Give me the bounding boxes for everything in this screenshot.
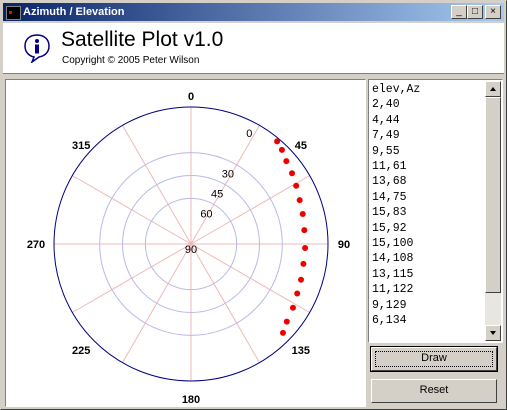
satellite-point	[299, 211, 306, 218]
satellite-point	[278, 146, 285, 153]
list-item[interactable]: 9,129	[371, 298, 484, 313]
window-title: Azimuth / Elevation	[23, 6, 125, 18]
list-item[interactable]: 2,40	[371, 97, 484, 112]
azimuth-label: 315	[72, 140, 90, 152]
azimuth-label: 0	[188, 91, 194, 103]
satellite-point	[300, 260, 307, 267]
list-item[interactable]: 15,100	[371, 236, 484, 251]
list-item[interactable]: 11,122	[371, 282, 484, 297]
satellite-point	[283, 318, 290, 325]
app-title: Satellite Plot v1.0	[61, 28, 224, 51]
polar-plot-panel: 0 45 90 135 180 225 270 315 0 30 45 60 90	[5, 79, 366, 407]
azimuth-label: 270	[27, 239, 45, 251]
list-item[interactable]: 11,61	[371, 159, 484, 174]
copyright-text: Copyright © 2005 Peter Wilson	[62, 55, 200, 66]
satellite-point	[301, 227, 308, 234]
header-banner: Satellite Plot v1.0 Copyright © 2005 Pet…	[3, 23, 504, 74]
list-header[interactable]: elev,Az	[371, 82, 484, 97]
elevation-label: 45	[211, 189, 223, 201]
satellite-point	[274, 138, 281, 145]
satellite-point	[289, 170, 296, 177]
info-icon	[24, 34, 50, 63]
list-scrollbar[interactable]	[485, 81, 501, 341]
azimuth-label: 45	[295, 140, 307, 152]
azimuth-label: 90	[338, 239, 350, 251]
list-item[interactable]: 14,75	[371, 190, 484, 205]
list-item[interactable]: 9,55	[371, 144, 484, 159]
azimuth-label: 135	[292, 345, 310, 357]
title-bar[interactable]: Azimuth / Elevation _ □ ×	[3, 3, 504, 21]
list-item[interactable]: 6,134	[371, 313, 484, 328]
satellite-point	[289, 304, 296, 311]
elevation-label: 60	[200, 209, 212, 221]
data-list-items: elev,Az 2,40 4,44 7,49 9,55 11,61 13,68 14,75 15…	[371, 82, 484, 329]
list-item[interactable]: 15,83	[371, 205, 484, 220]
azimuth-label: 225	[72, 345, 90, 357]
satellite-point	[283, 158, 290, 165]
satellite-point	[293, 182, 300, 189]
azimuth-label: 180	[182, 394, 200, 406]
list-item[interactable]: 13,68	[371, 174, 484, 189]
app-window: Azimuth / Elevation _ □ × Satellite Plot…	[0, 0, 507, 410]
elevation-label: 0	[246, 128, 252, 140]
minimize-button[interactable]: _	[451, 5, 467, 19]
elevation-label: 90	[185, 244, 197, 256]
app-icon[interactable]	[6, 6, 21, 20]
scroll-up-button[interactable]	[485, 81, 501, 97]
satellite-point	[298, 276, 305, 283]
list-item[interactable]: 14,108	[371, 251, 484, 266]
list-item[interactable]: 7,49	[371, 128, 484, 143]
elevation-label: 30	[222, 168, 234, 180]
list-item[interactable]: 15,92	[371, 221, 484, 236]
data-list[interactable]: elev,Az 2,40 4,44 7,49 9,55 11,61 13,68 14,75 15…	[368, 79, 503, 343]
close-button[interactable]: ×	[485, 5, 501, 19]
maximize-button[interactable]: □	[467, 5, 483, 19]
satellite-point	[302, 244, 309, 251]
scroll-down-button[interactable]	[485, 325, 501, 341]
list-item[interactable]: 4,44	[371, 113, 484, 128]
satellite-point	[279, 329, 286, 336]
polar-plot: 0 45 90 135 180 225 270 315 0 30 45 60 90	[27, 91, 350, 406]
list-item[interactable]: 13,115	[371, 267, 484, 282]
draw-button[interactable]: Draw	[370, 346, 498, 372]
reset-button[interactable]: Reset	[371, 379, 497, 403]
satellite-point	[294, 290, 301, 297]
satellite-point	[296, 197, 303, 204]
scroll-thumb[interactable]	[485, 97, 501, 293]
